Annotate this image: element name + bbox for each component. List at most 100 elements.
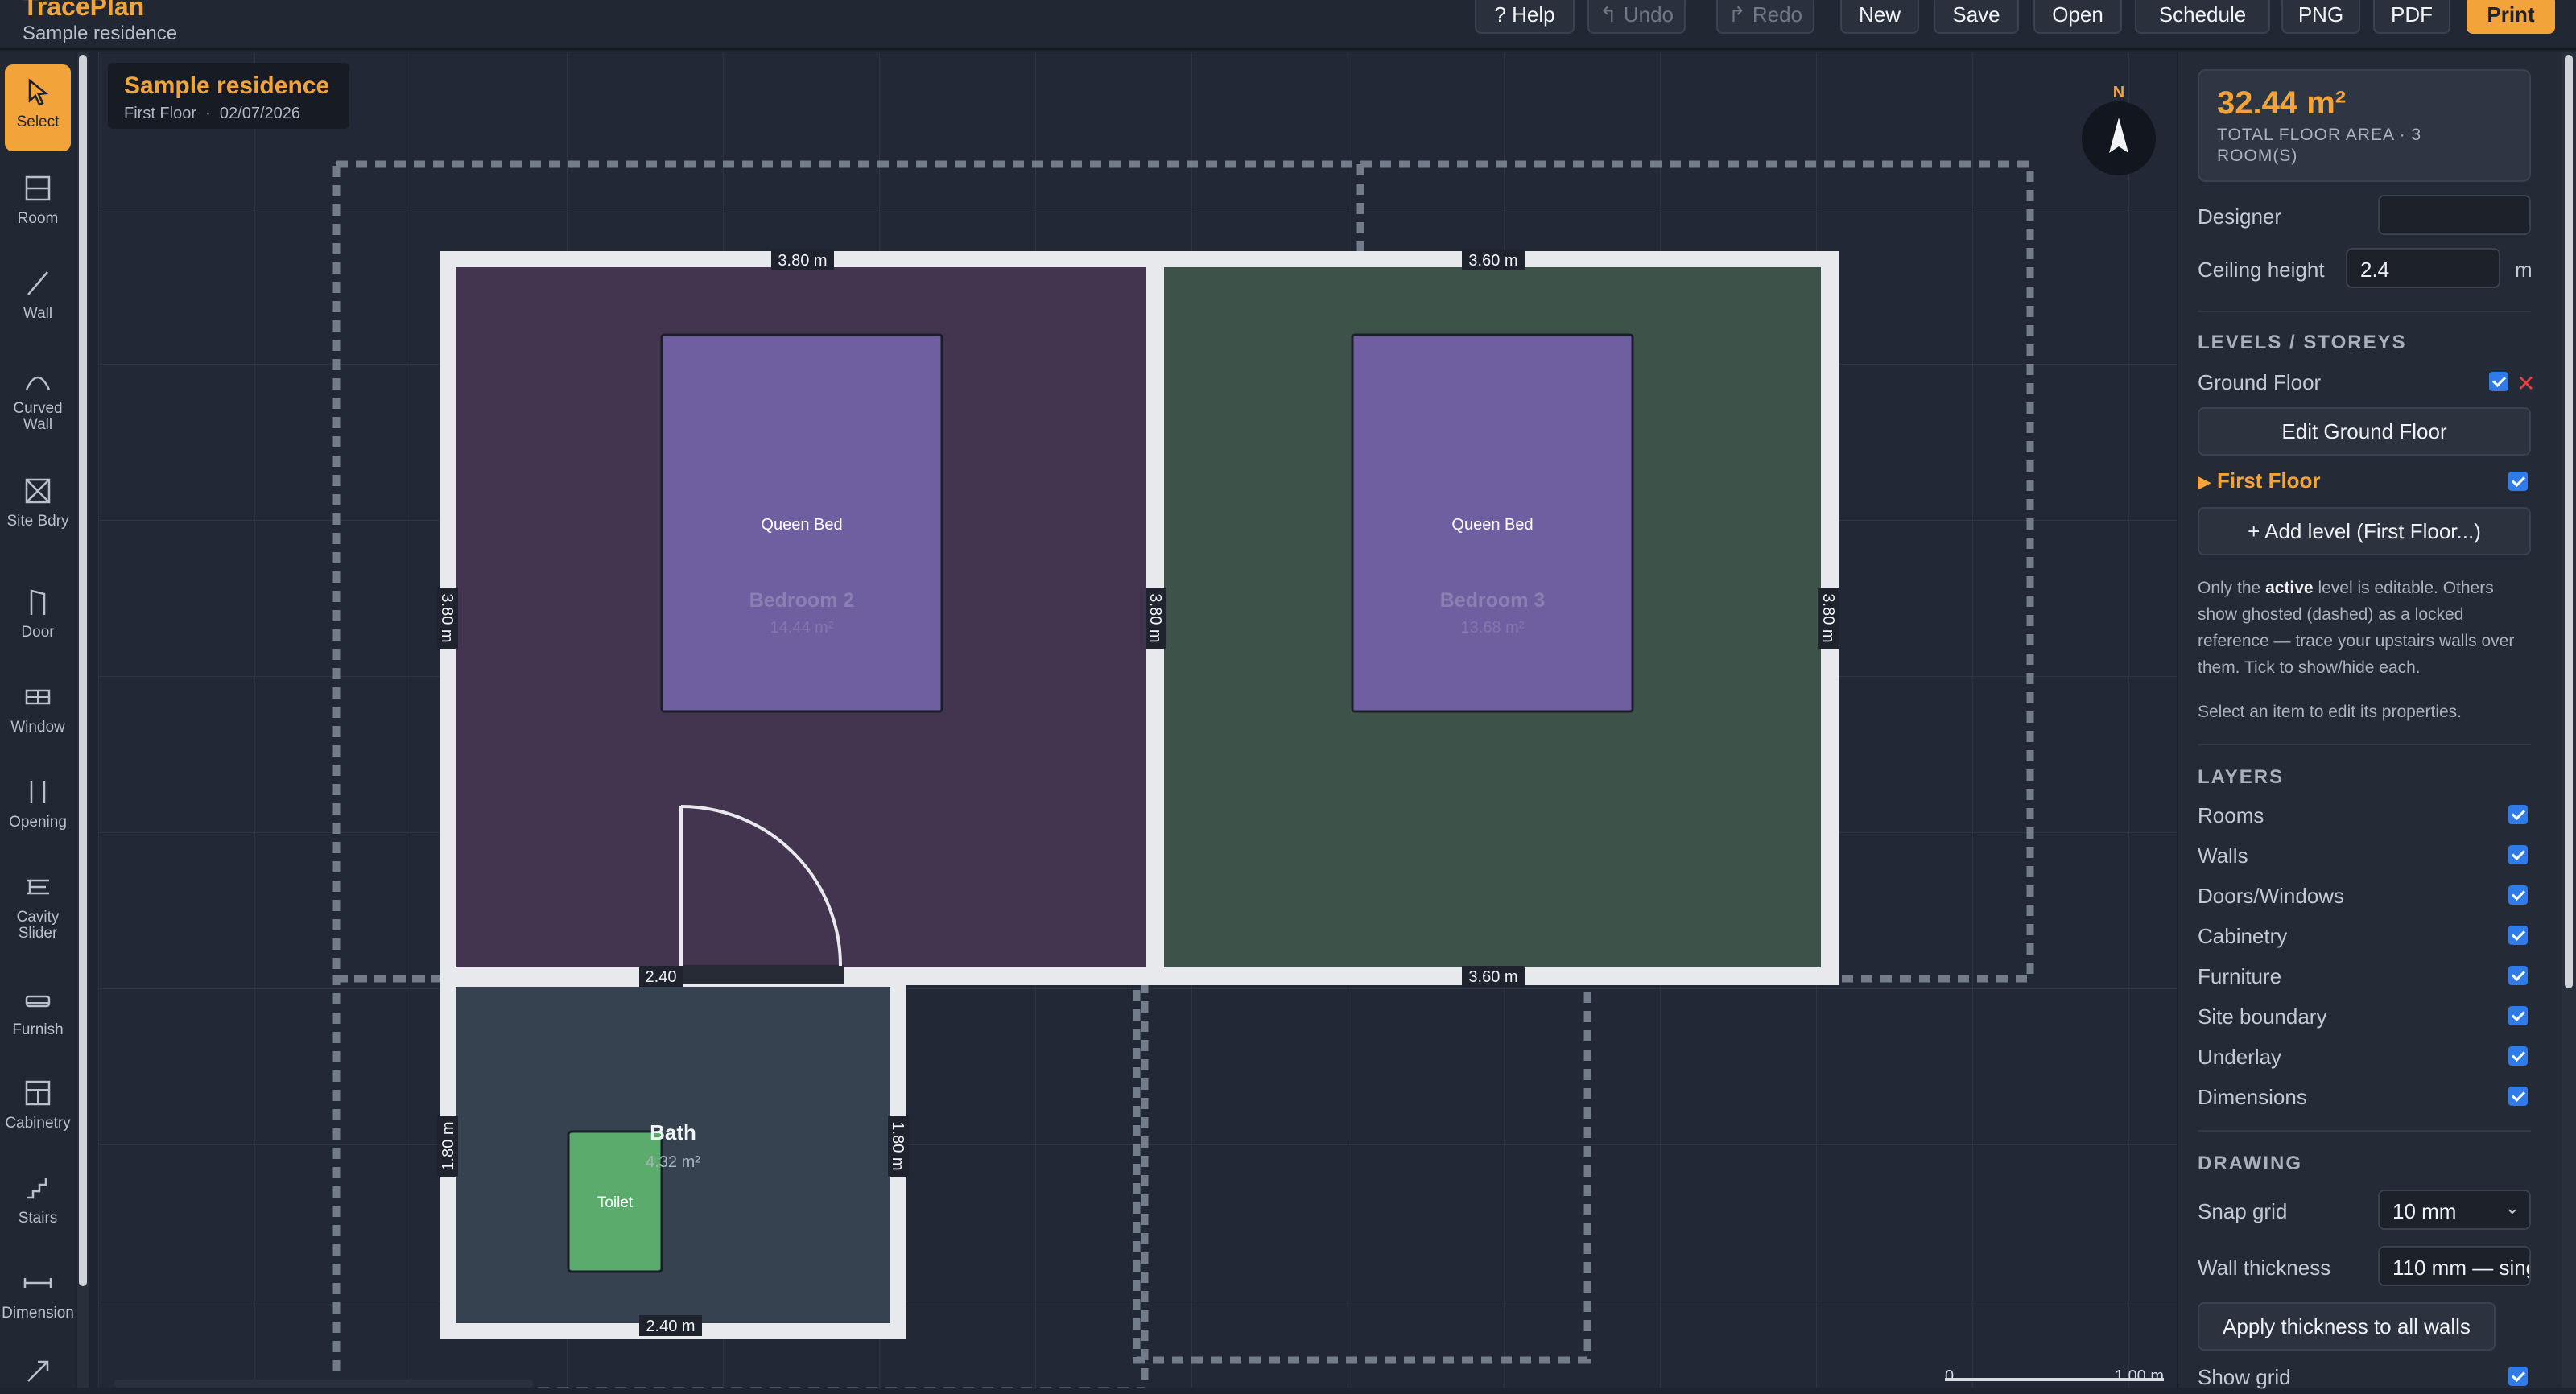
wall-thickness-label: Wall thickness (2198, 1256, 2331, 1280)
layer-walls-checkbox[interactable] (2508, 845, 2528, 864)
tool-label: Opening (9, 814, 67, 831)
floor-plan[interactable]: Queen Bed Queen Bed Toilet Bedroom 2 14.… (98, 52, 2177, 1388)
layer-rooms-checkbox[interactable] (2508, 805, 2528, 824)
app-name-a: Trace (23, 0, 90, 21)
print-button[interactable]: Print (2467, 0, 2555, 34)
tool-curved-wall[interactable]: Curved Wall (5, 362, 71, 433)
show-grid-label: Show grid (2198, 1365, 2291, 1389)
room-area-bedroom-2: 14.44 m² (770, 619, 834, 637)
layer-site-boundary-checkbox[interactable] (2508, 1006, 2528, 1025)
ceiling-height-input[interactable]: 2.4 (2346, 248, 2500, 288)
canvas-h-scrollbar[interactable] (114, 1380, 533, 1388)
delete-level-icon[interactable]: ✕ (2516, 370, 2535, 397)
tool-palette: Select Room Wall Curved Wall Site Bdry D… (0, 52, 76, 1388)
panel-scrollbar-thumb[interactable] (2565, 55, 2573, 988)
designer-label: Designer (2198, 204, 2282, 229)
tool-room[interactable]: Room (5, 172, 71, 227)
opening-icon (30, 781, 46, 803)
apply-thickness-button[interactable]: Apply thickness to all walls (2198, 1302, 2496, 1351)
dimension-icon (23, 1278, 52, 1288)
edit-ground-floor-button[interactable]: Edit Ground Floor (2198, 407, 2531, 456)
help-button[interactable]: ? Help (1475, 0, 1575, 34)
new-button[interactable]: New (1840, 0, 1919, 34)
svg-text:3.80 m: 3.80 m (778, 252, 827, 270)
plan-title-card: Sample residence First Floor · 02/07/202… (108, 63, 349, 129)
layer-rooms-label: Rooms (2198, 803, 2264, 827)
dim-tag: 3.80 m (1146, 588, 1166, 649)
drawing-canvas[interactable]: Queen Bed Queen Bed Toilet Bedroom 2 14.… (98, 52, 2177, 1388)
layer-dimensions-checkbox[interactable] (2508, 1087, 2528, 1106)
drawing-title: DRAWING (2198, 1153, 2302, 1174)
divider (2198, 1130, 2531, 1132)
svg-text:3.80 m: 3.80 m (438, 593, 456, 642)
bed-label-2: Queen Bed (1451, 516, 1533, 534)
dim-tag: 1.80 m (437, 1116, 458, 1177)
note-part-1: Only the (2198, 579, 2261, 597)
undo-icon: ↰ (1600, 2, 1617, 27)
designer-input[interactable] (2378, 195, 2531, 235)
tool-label: Curved Wall (13, 400, 63, 433)
tool-window[interactable]: Window (5, 681, 71, 736)
layer-underlay-label: Underlay (2198, 1045, 2282, 1069)
top-bar: TracePlan Sample residence ? Help ↰ Undo … (0, 0, 2576, 50)
layer-doors-label: Doors/Windows (2198, 884, 2345, 908)
layer-furniture-checkbox[interactable] (2508, 966, 2528, 985)
layer-dimensions-label: Dimensions (2198, 1085, 2307, 1109)
tool-wall[interactable]: Wall (5, 267, 71, 322)
north-arrow-icon (2082, 101, 2156, 175)
total-area-value: 32.44 m² (2217, 85, 2347, 121)
level-first-label[interactable]: First Floor (2217, 468, 2321, 493)
layer-furniture-label: Furniture (2198, 964, 2282, 988)
snap-grid-label: Snap grid (2198, 1199, 2288, 1223)
plan-subtitle: First Floor · 02/07/2026 (124, 105, 300, 122)
site-boundary-icon (25, 478, 51, 504)
app-name-b: Plan (89, 0, 145, 21)
add-level-button[interactable]: + Add level (First Floor...) (2198, 507, 2531, 555)
show-grid-checkbox[interactable] (2508, 1367, 2528, 1386)
select-hint: Select an item to edit its properties. (2198, 703, 2462, 721)
app-name: TracePlan (23, 0, 177, 23)
tool-door[interactable]: Door (5, 586, 71, 641)
layer-cabinetry-checkbox[interactable] (2508, 926, 2528, 945)
dim-tag: 3.80 m (1818, 588, 1839, 649)
level-ground-checkbox[interactable] (2489, 372, 2508, 391)
undo-button[interactable]: ↰ Undo (1587, 0, 1686, 34)
total-area-label-2: ROOM(S) (2217, 146, 2298, 165)
wall-line-icon (27, 271, 48, 295)
schedule-button[interactable]: Schedule (2135, 0, 2270, 34)
tool-stairs[interactable]: Stairs (5, 1172, 71, 1227)
dim-tag: 2.40 (639, 966, 683, 987)
open-button[interactable]: Open (2033, 0, 2122, 34)
curve-icon (25, 376, 51, 390)
svg-text:3.80 m: 3.80 m (1819, 593, 1837, 642)
tool-site-boundary[interactable]: Site Bdry (5, 475, 71, 530)
wall-thickness-select[interactable]: 110 mm — single (2378, 1246, 2531, 1286)
level-first-checkbox[interactable] (2508, 472, 2528, 491)
redo-button[interactable]: ↱ Redo (1716, 0, 1814, 34)
pdf-button[interactable]: PDF (2373, 0, 2450, 34)
save-button[interactable]: Save (1934, 0, 2019, 34)
tool-label: Stairs (18, 1210, 58, 1227)
layer-doors-checkbox[interactable] (2508, 885, 2528, 905)
snap-grid-select[interactable]: 10 mm ⌄ (2378, 1190, 2531, 1230)
toolbar-scrollbar-thumb[interactable] (79, 55, 87, 1286)
room-name-bedroom-2: Bedroom 2 (749, 589, 855, 612)
tool-more[interactable] (5, 1355, 71, 1394)
png-button[interactable]: PNG (2281, 0, 2360, 34)
tool-furnish[interactable]: Furnish (5, 984, 71, 1038)
tool-cabinetry[interactable]: Cabinetry (5, 1077, 71, 1132)
tool-cavity-slider[interactable]: Cavity Slider (5, 871, 71, 942)
ceiling-height-label: Ceiling height (2198, 258, 2325, 282)
levels-title: LEVELS / STOREYS (2198, 332, 2407, 353)
cavity-slider-icon (27, 879, 49, 895)
level-ground-label: Ground Floor (2198, 370, 2322, 394)
undo-label: Undo (1623, 2, 1674, 27)
tool-select[interactable]: Select (5, 64, 71, 151)
window-icon (25, 689, 51, 705)
toolbar-scrollbar[interactable] (77, 52, 89, 1388)
tool-dimension[interactable]: Dimension (0, 1267, 76, 1322)
panel-scrollbar[interactable] (2562, 52, 2576, 1388)
layer-underlay-checkbox[interactable] (2508, 1046, 2528, 1066)
tool-opening[interactable]: Opening (5, 776, 71, 831)
properties-panel: 32.44 m² TOTAL FLOOR AREA · 3 ROOM(S) De… (2177, 52, 2562, 1389)
